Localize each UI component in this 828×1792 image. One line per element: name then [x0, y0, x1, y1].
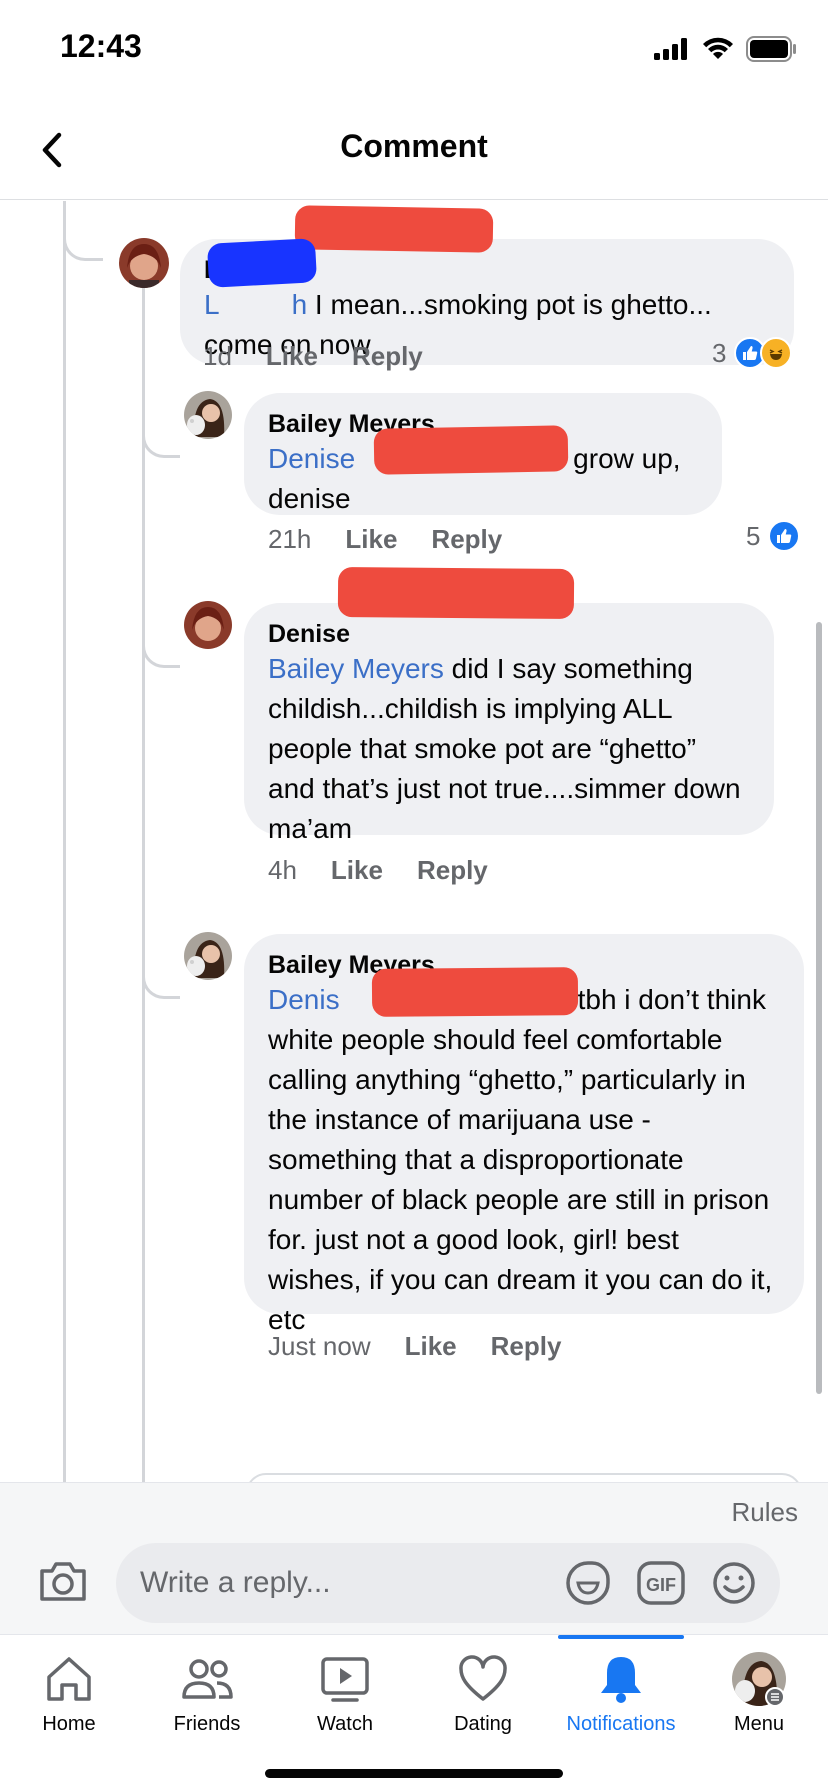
tab-menu[interactable]: Menu	[690, 1635, 828, 1755]
comment-timestamp: Just now	[268, 1331, 371, 1361]
gif-label: GIF	[646, 1575, 676, 1595]
reaction-summary[interactable]: 5	[746, 520, 801, 552]
comment-actions: Just now Like Reply	[268, 1331, 561, 1362]
reaction-count: 3	[712, 337, 727, 368]
home-icon	[47, 1657, 91, 1701]
redaction-mark	[206, 238, 318, 288]
redaction-mark	[373, 425, 569, 475]
reply-box[interactable]: GIF	[116, 1543, 780, 1623]
comment-thread[interactable]: Denise Lh I mean...smoking pot is ghetto…	[0, 201, 828, 1483]
comment-bubble[interactable]: Denise Bailey Meyers did I say something…	[244, 603, 774, 844]
tab-bar: Home Friends Watch Dating Notifications …	[0, 1634, 828, 1792]
tab-watch[interactable]: Watch	[276, 1635, 414, 1755]
tab-friends[interactable]: Friends	[138, 1635, 276, 1755]
comment-mention[interactable]: L	[204, 289, 220, 320]
friends-icon	[182, 1659, 233, 1699]
tab-dating[interactable]: Dating	[414, 1635, 552, 1755]
thread-curve	[142, 416, 180, 458]
redaction-mark	[337, 566, 575, 620]
page-title: Comment	[340, 128, 488, 164]
header: Comment	[0, 100, 828, 200]
avatar[interactable]	[184, 391, 232, 439]
comment-actions: 4h Like Reply	[268, 855, 488, 886]
reply-button[interactable]: Reply	[352, 341, 423, 372]
status-icons	[654, 36, 798, 62]
scrollbar[interactable]	[816, 622, 822, 1394]
thread-line-outer	[63, 201, 66, 1483]
emoji-button[interactable]	[710, 1559, 758, 1612]
redaction-mark	[371, 967, 579, 1017]
comment-text: Denis tbh i don’t think white people shou…	[268, 980, 780, 1340]
tab-label: Dating	[454, 1713, 512, 1735]
redaction-mark	[294, 205, 494, 253]
home-indicator	[265, 1769, 563, 1778]
thread-line-inner	[142, 269, 145, 1483]
watch-icon	[321, 1657, 369, 1702]
reply-button[interactable]: Reply	[431, 524, 502, 555]
thread-curve	[142, 957, 180, 999]
camera-icon	[40, 1562, 86, 1601]
reply-button[interactable]: Reply	[491, 1331, 562, 1362]
comment-mention[interactable]: Denise	[268, 443, 355, 474]
heart-icon	[459, 1655, 507, 1701]
haha-reaction-icon	[760, 337, 793, 369]
tab-label: Notifications	[566, 1713, 676, 1735]
sticker-button[interactable]	[564, 1559, 612, 1612]
reaction-summary[interactable]: 3	[712, 337, 793, 369]
gif-icon: GIF	[637, 1561, 685, 1605]
reply-input[interactable]	[140, 1543, 560, 1623]
tab-notifications[interactable]: Notifications	[552, 1635, 690, 1755]
gif-button[interactable]: GIF	[636, 1559, 686, 1612]
like-button[interactable]: Like	[345, 524, 397, 555]
like-reaction-icon	[768, 520, 801, 552]
battery-icon	[746, 36, 796, 62]
comment-body-head: tbh i don’t	[577, 984, 700, 1015]
thread-curve	[142, 626, 180, 668]
comment-actions: 1d Like Reply	[203, 341, 423, 372]
status-time: 12:43	[60, 28, 142, 64]
avatar[interactable]	[184, 601, 232, 649]
tab-label: Menu	[733, 1713, 785, 1735]
avatar[interactable]	[184, 932, 232, 980]
tab-label: Friends	[173, 1713, 241, 1735]
reply-button[interactable]: Reply	[417, 855, 488, 886]
comment-mention[interactable]: Denis	[268, 984, 340, 1015]
emoji-icon	[713, 1562, 755, 1604]
status-bar: 12:43	[0, 0, 828, 100]
like-button[interactable]: Like	[331, 855, 383, 886]
camera-button[interactable]	[38, 1559, 88, 1608]
wifi-icon	[703, 37, 733, 59]
like-button[interactable]: Like	[266, 341, 318, 372]
comment-mention-tail[interactable]: h	[292, 289, 308, 320]
sticker-icon	[566, 1561, 610, 1605]
reaction-count: 5	[746, 520, 761, 551]
like-button[interactable]: Like	[405, 1331, 457, 1362]
avatar-icon	[732, 1652, 786, 1707]
comment-timestamp: 4h	[268, 855, 297, 885]
comment-actions: 21h Like Reply	[268, 524, 502, 555]
avatar[interactable]	[119, 238, 169, 288]
tab-label: Home	[42, 1713, 96, 1735]
bell-icon	[601, 1657, 641, 1703]
rules-link[interactable]: Rules	[732, 1497, 798, 1528]
reply-composer: Rules GIF	[0, 1482, 828, 1634]
tab-label: Watch	[317, 1713, 373, 1735]
comment-timestamp: 1d	[203, 341, 232, 371]
cellular-signal-icon	[654, 38, 687, 60]
thread-curve	[63, 201, 103, 261]
comment-body: think white people should feel comfortab…	[268, 984, 773, 1335]
comment-author[interactable]: Denise	[268, 619, 750, 649]
tab-home[interactable]: Home	[0, 1635, 138, 1755]
comment-mention[interactable]: Bailey Meyers	[268, 653, 444, 684]
comment-timestamp: 21h	[268, 524, 312, 554]
comment-text: Bailey Meyers did I say something childi…	[268, 649, 750, 849]
